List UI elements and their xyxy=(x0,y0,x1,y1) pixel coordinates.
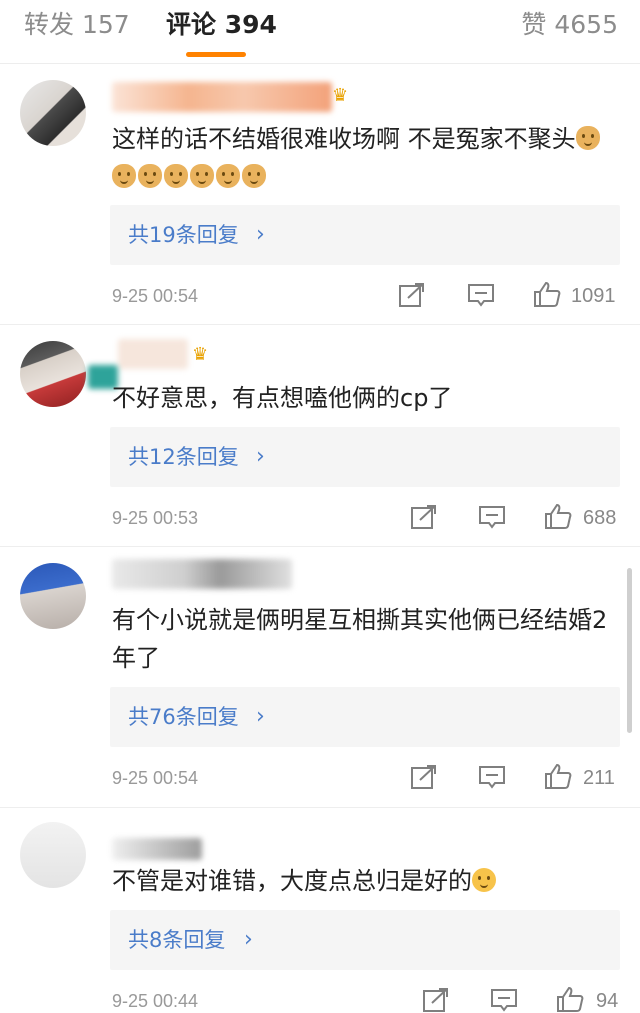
tab-repost[interactable]: 转发 157 xyxy=(24,9,130,41)
timestamp: 9-25 00:54 xyxy=(112,768,199,788)
chevron-right-icon: › xyxy=(256,704,265,729)
timestamp: 9-25 00:44 xyxy=(112,991,199,1011)
username-blurred[interactable] xyxy=(112,559,292,589)
comment-icon[interactable] xyxy=(489,986,519,1013)
crown-badge-icon: ♛ xyxy=(332,85,349,106)
share-icon[interactable] xyxy=(397,281,427,309)
comment-body: 不管是对谁错，大度点总归是好的 xyxy=(112,867,472,895)
share-icon[interactable] xyxy=(409,763,439,791)
chevron-right-icon: › xyxy=(256,444,265,469)
replies-count: 共19条回复 xyxy=(128,223,239,247)
comment-body: 不好意思，有点想嗑他俩的cp了 xyxy=(112,384,453,412)
share-icon[interactable] xyxy=(421,986,451,1013)
chevron-right-icon: › xyxy=(256,222,265,247)
avatar[interactable] xyxy=(20,80,86,146)
like-icon[interactable] xyxy=(555,985,585,1013)
username-blurred[interactable] xyxy=(118,339,188,369)
like-icon[interactable] xyxy=(543,762,573,790)
share-icon[interactable] xyxy=(409,503,439,531)
comment-icon[interactable] xyxy=(466,281,496,309)
comment-body: 有个小说就是俩明星互相撕其实他俩已经结婚2年了 xyxy=(112,606,608,672)
avatar[interactable] xyxy=(20,563,86,629)
like-count: 211 xyxy=(583,767,615,789)
comment-item: 不管是对谁错，大度点总归是好的 共8条回复 › 9-25 00:44 94 xyxy=(0,808,640,1013)
tab-likes[interactable]: 赞 4655 xyxy=(521,9,618,41)
tab-bar: 转发 157 评论 394 赞 4655 xyxy=(0,0,640,64)
timestamp: 9-25 00:54 xyxy=(112,286,199,306)
comment-icon[interactable] xyxy=(477,503,507,531)
chevron-right-icon: › xyxy=(244,927,253,952)
comment-icon[interactable] xyxy=(477,763,507,791)
like-count: 94 xyxy=(596,990,619,1012)
replies-count: 共8条回复 xyxy=(128,928,226,952)
timestamp: 9-25 00:53 xyxy=(112,508,199,528)
comment-item: ♛ 这样的话不结婚很难收场啊 不是冤家不聚头 共19条回复 › 9-25 00:… xyxy=(0,64,640,325)
username-blurred[interactable] xyxy=(112,838,202,860)
active-tab-indicator xyxy=(186,52,246,57)
like-icon[interactable] xyxy=(543,502,573,530)
replies-count: 共12条回复 xyxy=(128,445,239,469)
like-count: 1091 xyxy=(571,285,616,307)
comment-text: 不管是对谁错，大度点总归是好的 xyxy=(112,862,612,900)
comment-text: 有个小说就是俩明星互相撕其实他俩已经结婚2年了 xyxy=(112,601,612,677)
replies-count: 共76条回复 xyxy=(128,705,239,729)
replies-link[interactable]: 共19条回复 › xyxy=(110,205,620,265)
comment-text: 不好意思，有点想嗑他俩的cp了 xyxy=(112,379,612,417)
replies-link[interactable]: 共76条回复 › xyxy=(110,687,620,747)
username-blurred[interactable] xyxy=(112,82,332,112)
tab-comments[interactable]: 评论 394 xyxy=(166,9,277,41)
like-count: 688 xyxy=(583,507,617,529)
comment-text: 这样的话不结婚很难收场啊 不是冤家不聚头 xyxy=(112,120,612,196)
replies-link[interactable]: 共8条回复 › xyxy=(110,910,620,970)
comment-body: 这样的话不结婚很难收场啊 不是冤家不聚头 xyxy=(112,125,576,153)
crown-badge-icon: ♛ xyxy=(192,344,209,365)
smile-emoji-icon xyxy=(472,868,496,892)
comment-item: ♛ 不好意思，有点想嗑他俩的cp了 共12条回复 › 9-25 00:53 68… xyxy=(0,325,640,547)
comment-item: 有个小说就是俩明星互相撕其实他俩已经结婚2年了 共76条回复 › 9-25 00… xyxy=(0,547,640,808)
replies-link[interactable]: 共12条回复 › xyxy=(110,427,620,487)
like-icon[interactable] xyxy=(532,280,562,308)
scrollbar[interactable] xyxy=(627,568,632,733)
avatar[interactable] xyxy=(20,341,86,407)
avatar[interactable] xyxy=(20,822,86,888)
